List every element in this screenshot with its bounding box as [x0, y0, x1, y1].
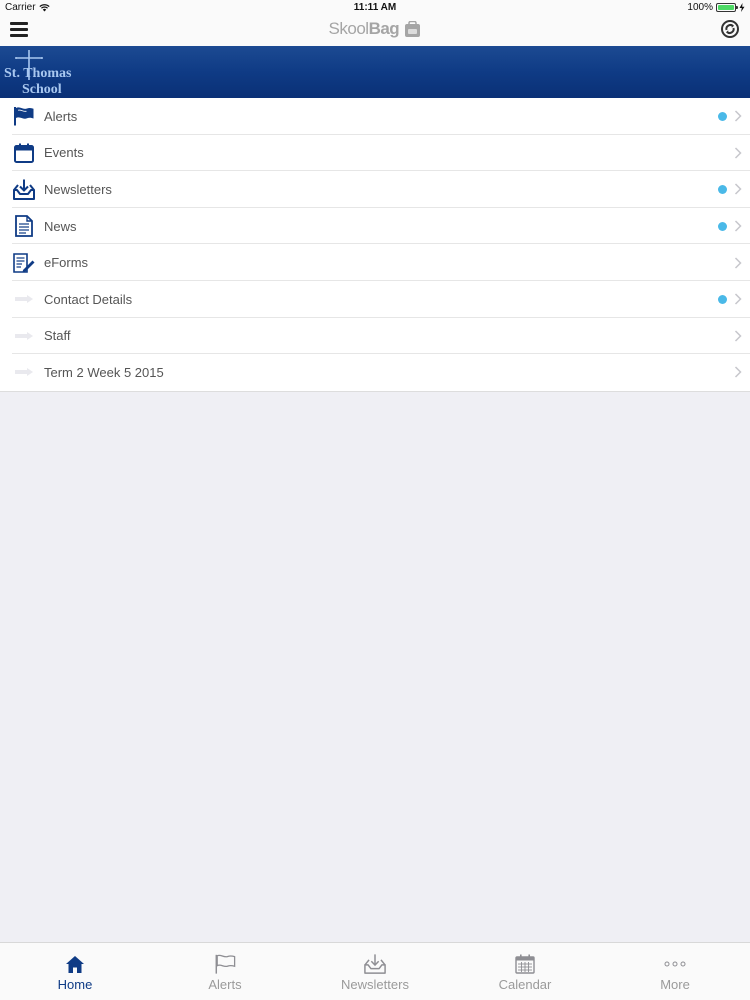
tab-home[interactable]: Home [0, 943, 150, 1000]
inbox-download-icon [364, 953, 386, 975]
tab-label: Alerts [208, 977, 242, 992]
menu-list: Alerts Events Newsletters News eForms Co… [0, 98, 750, 392]
tab-label: Home [57, 977, 93, 992]
menu-item-label: Staff [44, 328, 71, 344]
sync-button[interactable] [720, 19, 740, 39]
battery-percent: 100% [687, 2, 713, 13]
flag-icon [214, 953, 236, 975]
form-edit-icon [13, 252, 35, 274]
battery-indicator: 100% [687, 2, 745, 13]
placeholder-icon [13, 361, 35, 383]
menu-item-label: News [44, 218, 77, 234]
chevron-right-icon [734, 366, 742, 378]
menu-item-label: Events [44, 145, 84, 161]
tab-label: More [660, 977, 690, 992]
school-name-line2: School [22, 82, 62, 97]
menu-item-term-2-week-5-2015[interactable]: Term 2 Week 5 2015 [0, 354, 750, 391]
battery-icon [716, 3, 738, 12]
app-title-light: Skool [328, 19, 370, 38]
tab-newsletters[interactable]: Newsletters [300, 943, 450, 1000]
more-dots-icon [664, 953, 686, 975]
chevron-right-icon [734, 147, 742, 159]
app-logo-title: SkoolBag [0, 19, 750, 39]
tab-alerts[interactable]: Alerts [150, 943, 300, 1000]
menu-item-label: eForms [44, 255, 89, 271]
document-icon [13, 215, 35, 237]
navigation-bar: SkoolBag [0, 16, 750, 46]
unread-indicator [718, 294, 727, 304]
menu-item-newsletters[interactable]: Newsletters [0, 171, 750, 208]
menu-item-news[interactable]: News [0, 208, 750, 245]
chevron-right-icon [734, 293, 742, 305]
schoolbag-icon [405, 21, 421, 38]
menu-item-events[interactable]: Events [0, 135, 750, 172]
sync-icon [721, 20, 739, 38]
tab-more[interactable]: More [600, 943, 750, 1000]
app-title-bold: Bag [368, 19, 400, 38]
school-banner: St. Thomas School [0, 46, 750, 98]
home-icon [64, 953, 86, 975]
menu-item-alerts[interactable]: Alerts [0, 98, 750, 135]
chevron-right-icon [734, 183, 742, 196]
menu-item-contact-details[interactable]: Contact Details [0, 281, 750, 318]
status-bar: Carrier 11:11 AM 100% [0, 0, 750, 16]
clock: 11:11 AM [353, 2, 397, 13]
flag-icon [13, 105, 35, 127]
school-logo: St. Thomas School [4, 48, 94, 97]
placeholder-icon [13, 325, 35, 347]
school-name-line1: St. Thomas [4, 66, 72, 81]
chevron-right-icon [734, 257, 742, 269]
tab-bar: Home Alerts Newsletters Calendar More [0, 942, 750, 1000]
calendar-icon [13, 142, 35, 164]
menu-item-eforms[interactable]: eForms [0, 244, 750, 281]
menu-item-staff[interactable]: Staff [0, 318, 750, 355]
tab-label: Calendar [498, 977, 552, 992]
chevron-right-icon [734, 220, 742, 232]
menu-item-label: Alerts [44, 108, 78, 124]
unread-indicator [718, 184, 727, 194]
inbox-download-icon [13, 178, 35, 200]
menu-item-label: Term 2 Week 5 2015 [44, 364, 164, 380]
chevron-right-icon [734, 110, 742, 122]
tab-label: Newsletters [341, 977, 409, 992]
menu-item-label: Contact Details [44, 291, 133, 307]
placeholder-icon [13, 288, 35, 310]
tab-calendar[interactable]: Calendar [450, 943, 600, 1000]
menu-item-label: Newsletters [44, 181, 112, 197]
unread-indicator [718, 111, 727, 121]
charging-bolt-icon [739, 3, 745, 12]
unread-indicator [718, 221, 727, 231]
chevron-right-icon [734, 330, 742, 342]
calendar-icon [514, 953, 536, 975]
